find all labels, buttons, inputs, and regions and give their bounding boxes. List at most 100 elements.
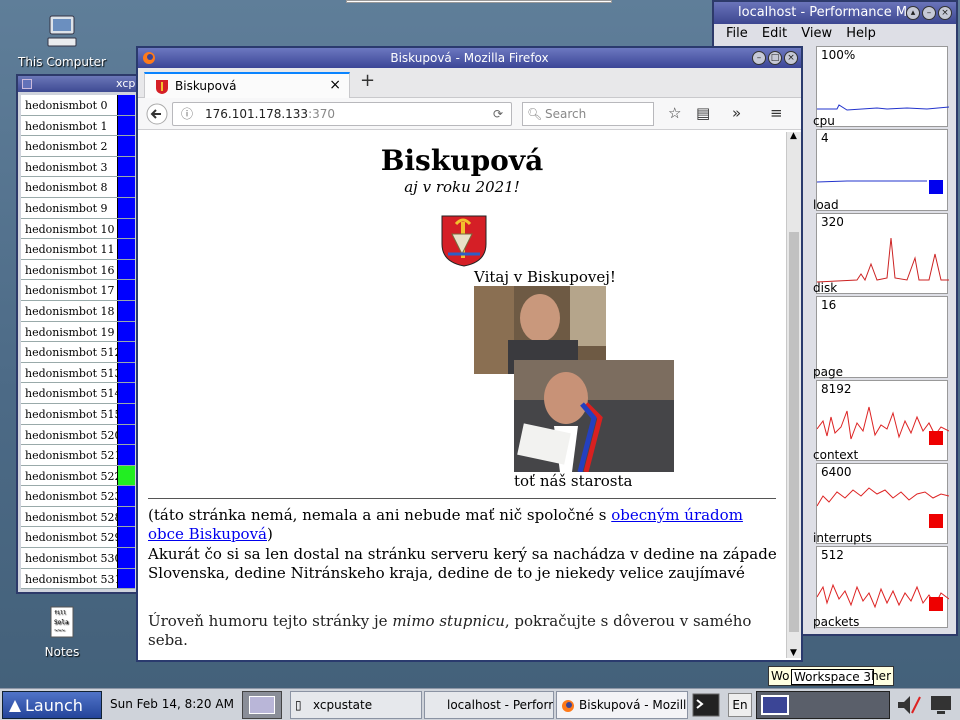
cpu-bar	[117, 445, 135, 465]
meter-scale: 320	[821, 214, 844, 229]
cpu-bar	[117, 568, 135, 589]
menu-help[interactable]: Help	[846, 26, 876, 41]
meter-line	[817, 237, 949, 283]
menu-edit[interactable]: Edit	[762, 26, 787, 41]
meter-label: cpu	[813, 114, 835, 129]
mayor-photos	[474, 286, 674, 472]
cpu-name: hedonismbot 3	[25, 160, 108, 174]
menu-view[interactable]: View	[801, 26, 832, 41]
info-icon[interactable]: ⓘ	[181, 103, 193, 125]
cpu-row: hedonismbot 0	[21, 95, 135, 116]
task-perfmeter[interactable]: localhost - Perform	[424, 691, 554, 719]
cpu-name: hedonismbot 515	[25, 407, 122, 421]
meter-context: 8192 context	[813, 379, 949, 462]
desktop-icon-notes[interactable]: fill Sola ~~~ Notes	[14, 606, 110, 659]
page-content: Biskupová aj v roku 2021! Vitaj v Biskup…	[138, 132, 786, 658]
shade-button[interactable]: ▴	[906, 6, 920, 20]
cpu-bar	[117, 321, 135, 342]
cpu-row: hedonismbot 515	[21, 403, 135, 425]
task-firefox[interactable]: Biskupová - Mozill	[556, 691, 688, 719]
xcpustate-title: xcp	[116, 77, 136, 90]
cpu-bar	[117, 486, 135, 506]
cpu-bar	[117, 156, 135, 177]
clock[interactable]: Sun Feb 14, 8:20 AM	[110, 697, 234, 711]
cpu-row: hedonismbot 521	[21, 445, 135, 466]
workspace-pager[interactable]	[756, 691, 890, 719]
notes-glyph-line-2: Sola	[54, 619, 69, 626]
welcome-text: Vitaj v Biskupovej!	[474, 268, 616, 286]
url-bar[interactable]: ⓘ 176.101.178.133:370 ⟳	[172, 102, 512, 126]
firefox-titlebar[interactable]: Biskupová - Mozilla Firefox – □ ×	[138, 48, 801, 68]
search-icon: 🔍︎	[527, 107, 543, 121]
cpu-bar	[117, 218, 135, 239]
cpu-bar	[117, 95, 135, 115]
humor-text: Úroveň humoru tejto stránky je	[148, 612, 393, 630]
cpu-name: hedonismbot 521	[25, 449, 122, 463]
meter-disk: 320 disk	[813, 212, 949, 295]
cpu-row: hedonismbot 19	[21, 321, 135, 343]
reader-icon[interactable]: ▤	[696, 104, 710, 122]
firefox-window[interactable]: Biskupová - Mozilla Firefox – □ × Biskup…	[136, 46, 803, 662]
desktop-icon-this-computer[interactable]: This Computer	[14, 14, 110, 69]
overflow-chevron-icon[interactable]: »	[732, 104, 741, 122]
cpu-list: hedonismbot 0 hedonismbot 1 hedonismbot 2 h…	[21, 95, 135, 590]
vertical-scrollbar[interactable]: ▲ ▼	[786, 131, 801, 658]
ff-close-button[interactable]: ×	[784, 51, 798, 65]
mayor-caption: toť náš starosta	[514, 472, 633, 490]
task-label: xcpustate	[313, 698, 373, 712]
cpu-bar	[117, 506, 135, 527]
launch-button[interactable]: Launch	[2, 691, 102, 719]
minimize-button[interactable]: –	[922, 6, 936, 20]
close-button[interactable]: ×	[938, 6, 952, 20]
url-port: :370	[308, 107, 336, 121]
cpu-row: hedonismbot 528	[21, 506, 135, 528]
back-button[interactable]	[146, 103, 168, 125]
menu-file[interactable]: File	[726, 26, 748, 41]
bookmark-star-icon[interactable]: ☆	[668, 104, 681, 122]
workspace-tooltip-right: her	[871, 669, 891, 683]
task-xcpustate[interactable]: ▯ xcpustate	[290, 691, 422, 719]
meter-indicator	[929, 180, 943, 195]
meter-scale: 8192	[821, 381, 852, 396]
tab-biskupova[interactable]: Biskupová ×	[144, 72, 350, 98]
cpu-row: hedonismbot 16	[21, 259, 135, 281]
cpu-bar	[117, 548, 135, 568]
cpu-row: hedonismbot 8	[21, 177, 135, 198]
ff-minimize-button[interactable]: –	[752, 51, 766, 65]
new-tab-button[interactable]: +	[360, 70, 375, 91]
cpu-name: hedonismbot 531	[25, 572, 122, 586]
humor-emphasis: mimo stupnicu	[392, 612, 505, 630]
cpu-row: hedonismbot 520	[21, 424, 135, 446]
ff-maximize-button[interactable]: □	[768, 51, 782, 65]
cpu-row: hedonismbot 9	[21, 197, 135, 219]
scroll-down-icon[interactable]: ▼	[790, 648, 797, 658]
tab-close-icon[interactable]: ×	[329, 77, 341, 93]
hamburger-menu-icon[interactable]: ≡	[770, 104, 783, 122]
workspace-tooltip: Wo Workspace 3 her	[768, 666, 894, 686]
meter-scale: 6400	[821, 465, 852, 479]
window-icon: ▯	[295, 698, 302, 712]
cpu-name: hedonismbot 1	[25, 119, 108, 133]
volume-muted-icon[interactable]	[896, 693, 922, 717]
cpu-row: hedonismbot 3	[21, 156, 135, 178]
scrollbar-thumb[interactable]	[789, 232, 799, 632]
notes-glyph-line-3: ~~~	[54, 627, 65, 634]
xcpustate-titlebar[interactable]: xcp	[18, 76, 138, 92]
cpu-name: hedonismbot 514	[25, 387, 122, 401]
window-menu-icon[interactable]	[22, 79, 32, 89]
xcpustate-window[interactable]: xcp hedonismbot 0 hedonismbot 1 hedonismbo…	[16, 74, 140, 594]
cpu-bar	[117, 383, 135, 403]
cpu-name: hedonismbot 0	[25, 99, 108, 112]
scroll-up-icon[interactable]: ▲	[790, 131, 797, 141]
cpu-bar	[117, 115, 135, 136]
language-indicator[interactable]: En	[728, 693, 752, 717]
meter-scale: 16	[821, 298, 837, 313]
search-box[interactable]: 🔍︎ Search	[522, 102, 654, 126]
desktop-icon-label: This Computer	[18, 55, 106, 69]
meter-indicator	[929, 514, 943, 528]
reload-icon[interactable]: ⟳	[493, 103, 503, 125]
display-icon[interactable]	[928, 693, 954, 717]
terminal-icon[interactable]	[692, 693, 720, 717]
cpu-bar	[117, 527, 135, 548]
workspace-pager-thumb[interactable]	[242, 691, 282, 719]
